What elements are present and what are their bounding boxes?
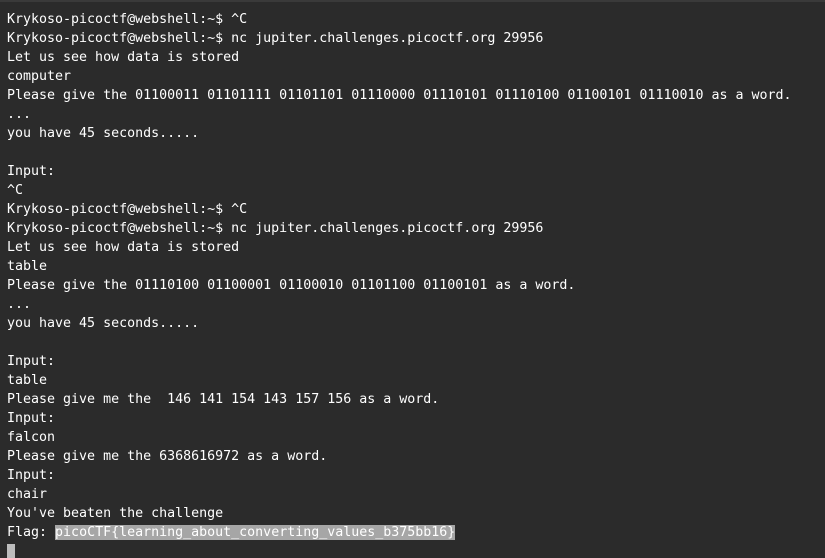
terminal-line: ...: [7, 297, 32, 312]
terminal-line: you have 45 seconds.....: [7, 316, 200, 331]
terminal-line: Please give the 01100011 01101111 011011…: [7, 88, 792, 103]
terminal-cursor[interactable]: [7, 544, 15, 558]
terminal-line: chair: [7, 487, 48, 502]
terminal-line: Please give me the 6368616972 as a word.: [7, 449, 328, 464]
terminal-line: ^C: [7, 183, 24, 198]
terminal-top-border: [0, 0, 825, 2]
terminal-line: You've beaten the challenge: [7, 506, 224, 521]
terminal-line: Input:: [7, 411, 56, 426]
terminal-line: Please give the 01110100 01100001 011000…: [7, 278, 576, 293]
terminal-line: Input:: [7, 164, 56, 179]
terminal-line: Input:: [7, 354, 56, 369]
terminal-line: table: [7, 259, 48, 274]
terminal-line: Krykoso-picoctf@webshell:~$ nc jupiter.c…: [7, 31, 544, 46]
flag-value-selected[interactable]: picoCTF{learning_about_converting_values…: [55, 525, 456, 540]
terminal-output: Krykoso-picoctf@webshell:~$ ^C Krykoso-p…: [7, 10, 825, 542]
terminal-line: Krykoso-picoctf@webshell:~$ nc jupiter.c…: [7, 221, 544, 236]
terminal-line: Please give me the 146 141 154 143 157 1…: [7, 392, 440, 407]
terminal-line: Let us see how data is stored: [7, 50, 240, 65]
terminal-line: Input:: [7, 468, 56, 483]
terminal-line: Krykoso-picoctf@webshell:~$ ^C: [7, 12, 248, 27]
terminal-line: Let us see how data is stored: [7, 240, 240, 255]
terminal-line: Krykoso-picoctf@webshell:~$ ^C: [7, 202, 248, 217]
terminal-window[interactable]: Krykoso-picoctf@webshell:~$ ^C Krykoso-p…: [0, 0, 825, 558]
terminal-line: table: [7, 373, 48, 388]
terminal-line: computer: [7, 69, 72, 84]
terminal-line: falcon: [7, 430, 56, 445]
flag-line: Flag: picoCTF{learning_about_converting_…: [7, 523, 825, 542]
terminal-line: ...: [7, 107, 32, 122]
terminal-line: you have 45 seconds.....: [7, 126, 200, 141]
flag-label: Flag:: [7, 525, 56, 540]
